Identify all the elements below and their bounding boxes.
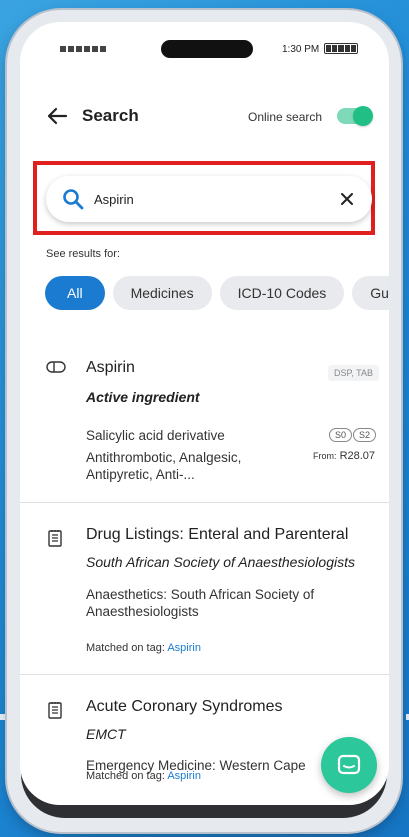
online-search-toggle[interactable] [337, 106, 373, 126]
result-subtitle: Active ingredient [86, 389, 200, 405]
result-price: From: R28.07 [313, 450, 375, 462]
online-search-label: Online search [248, 110, 323, 124]
chip-icd10-codes[interactable]: ICD-10 Codes [219, 276, 345, 310]
result-subtitle: EMCT [86, 726, 126, 742]
chip-all[interactable]: All [45, 276, 105, 310]
matched-tag-link[interactable]: Aspirin [167, 770, 201, 782]
search-input[interactable]: Aspirin [46, 176, 372, 222]
matched-tag-label: Matched on tag: [86, 642, 165, 654]
signal-icon [60, 46, 106, 52]
app-screen: 1:30 PM Search Online search Aspirin See… [20, 22, 389, 805]
arrow-left-icon[interactable] [46, 106, 68, 126]
search-icon [63, 189, 84, 210]
chip-guidelines[interactable]: Guic [352, 276, 389, 310]
toggle-knob [353, 106, 373, 126]
battery-icon [324, 43, 358, 54]
result-title: Aspirin [86, 359, 135, 376]
result-description: Salicylic acid derivative [86, 428, 225, 443]
matched-tag: Matched on tag: Aspirin [86, 642, 201, 654]
matched-tag: Matched on tag: Aspirin [86, 770, 201, 782]
results-for-label: See results for: [46, 248, 120, 260]
status-bar: 1:30 PM [20, 22, 389, 74]
page-title: Search [82, 106, 139, 125]
result-title: Acute Coronary Syndromes [86, 698, 283, 715]
result-title: Drug Listings: Enteral and Parenteral [86, 526, 349, 543]
chat-button[interactable] [321, 737, 377, 793]
schedule-badge-s2: S2 [353, 428, 377, 442]
document-icon [48, 530, 62, 547]
pill-icon [46, 361, 66, 373]
schedule-badge-s0: S0 [329, 428, 353, 442]
result-description: Anaesthetics: South African Society of A… [86, 587, 315, 619]
close-icon[interactable] [338, 190, 356, 208]
matched-tag-link[interactable]: Aspirin [167, 642, 201, 654]
search-value: Aspirin [94, 192, 134, 207]
result-subtitle: South African Society of Anaesthesiologi… [86, 554, 356, 570]
filter-chips: All Medicines ICD-10 Codes Guic [45, 276, 389, 310]
result-therapeutic-class: Antithrombotic, Analgesic, Antipyretic, … [86, 450, 242, 482]
price-prefix: From: [313, 451, 337, 461]
camera-notch [161, 40, 253, 58]
chip-medicines[interactable]: Medicines [112, 276, 212, 310]
dosage-form-badge: DSP, TAB [328, 365, 380, 381]
status-time: 1:30 PM [282, 44, 320, 55]
divider [20, 502, 389, 503]
chat-icon [337, 754, 361, 775]
divider [20, 674, 389, 675]
document-icon [48, 702, 62, 719]
matched-tag-label: Matched on tag: [86, 770, 165, 782]
price-value: R28.07 [339, 450, 376, 462]
